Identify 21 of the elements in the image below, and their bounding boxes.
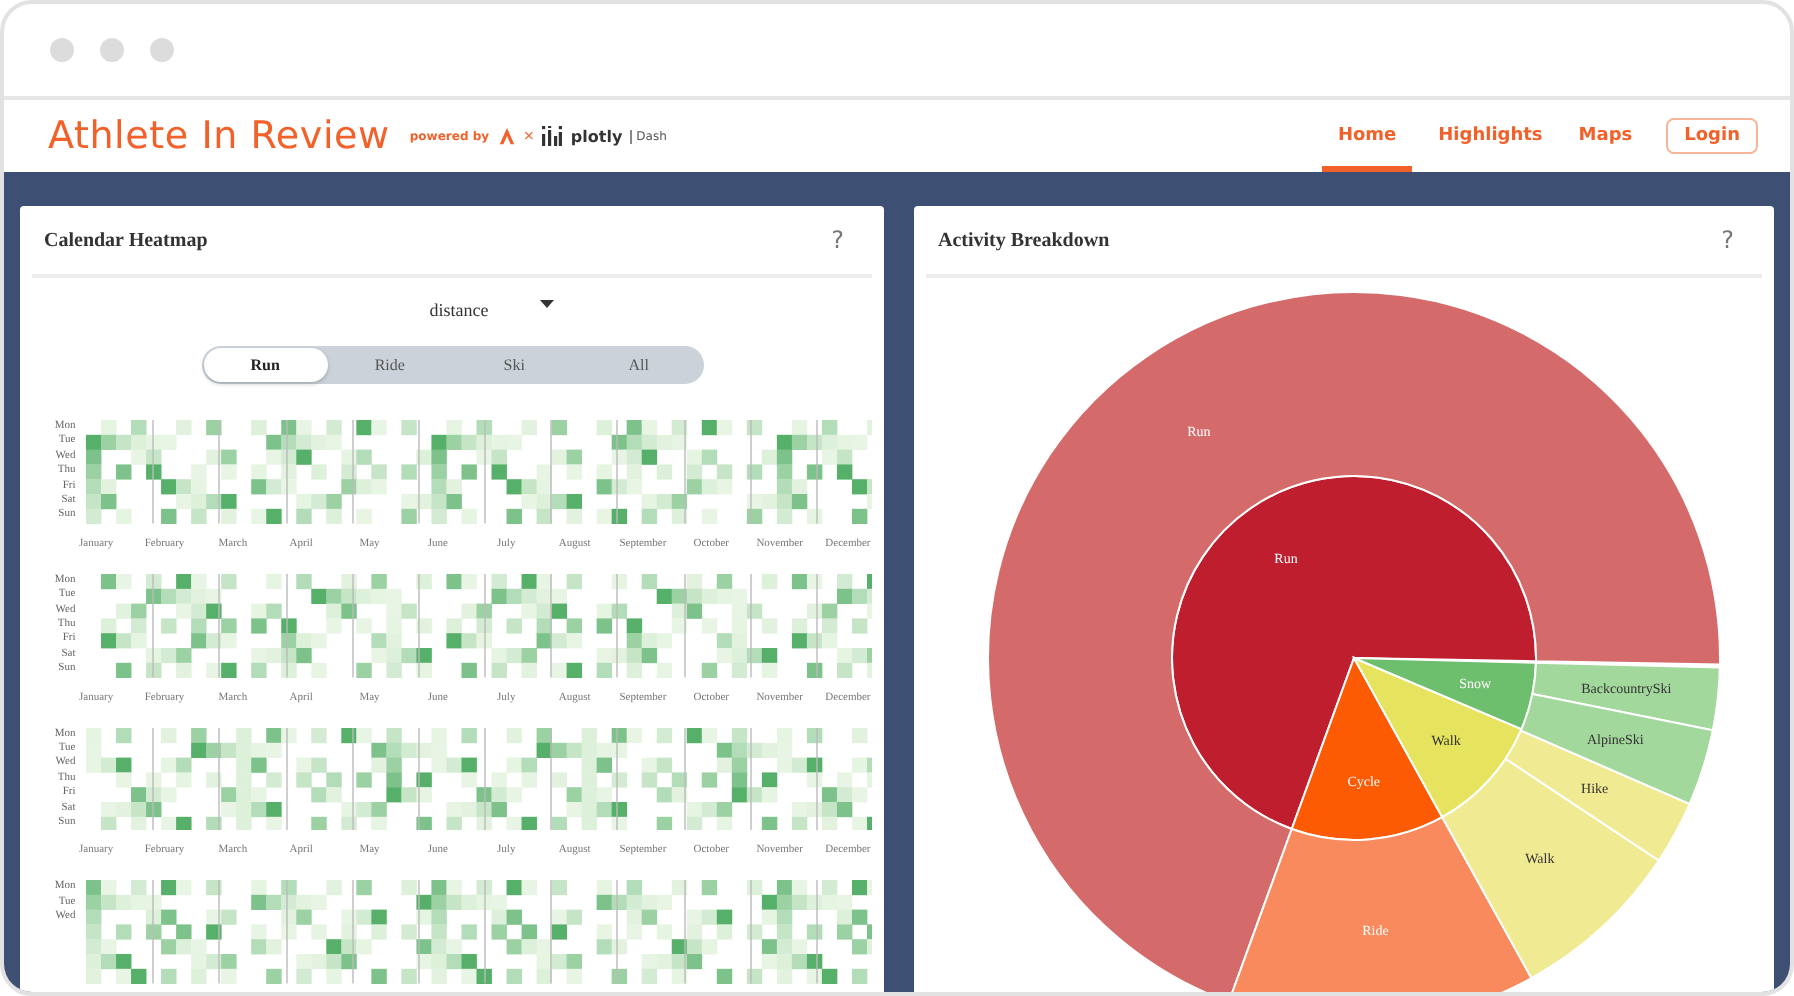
- sunburst-outer-segment[interactable]: [1531, 661, 1721, 732]
- sunburst-outer-segment[interactable]: [987, 291, 1721, 992]
- metric-dropdown[interactable]: distance: [429, 294, 555, 326]
- segment-tab[interactable]: All: [576, 348, 701, 382]
- partner-name-text: plotly: [570, 127, 623, 145]
- sunburst-inner-segment[interactable]: [1171, 475, 1537, 830]
- login-button[interactable]: Login: [1666, 118, 1758, 154]
- segment-tab[interactable]: Run: [203, 348, 328, 382]
- nav-link[interactable]: Highlights: [1420, 100, 1561, 172]
- segment-tab[interactable]: Ride: [327, 348, 452, 382]
- segment-tab[interactable]: Ski: [452, 348, 577, 382]
- help-link[interactable]: ?: [1721, 226, 1734, 254]
- help-link[interactable]: ?: [831, 226, 844, 254]
- panel-title: Calendar Heatmap: [44, 229, 208, 251]
- caret-icon: [540, 300, 555, 308]
- sunburst-inner-segment[interactable]: [1353, 657, 1537, 731]
- panel-title: Activity Breakdown: [938, 229, 1110, 251]
- bar-dots-icon: [542, 126, 563, 146]
- nav-link[interactable]: Maps: [1560, 100, 1651, 172]
- app-logo-text: Athlete In Review: [48, 114, 390, 158]
- peak-icon: [497, 125, 516, 147]
